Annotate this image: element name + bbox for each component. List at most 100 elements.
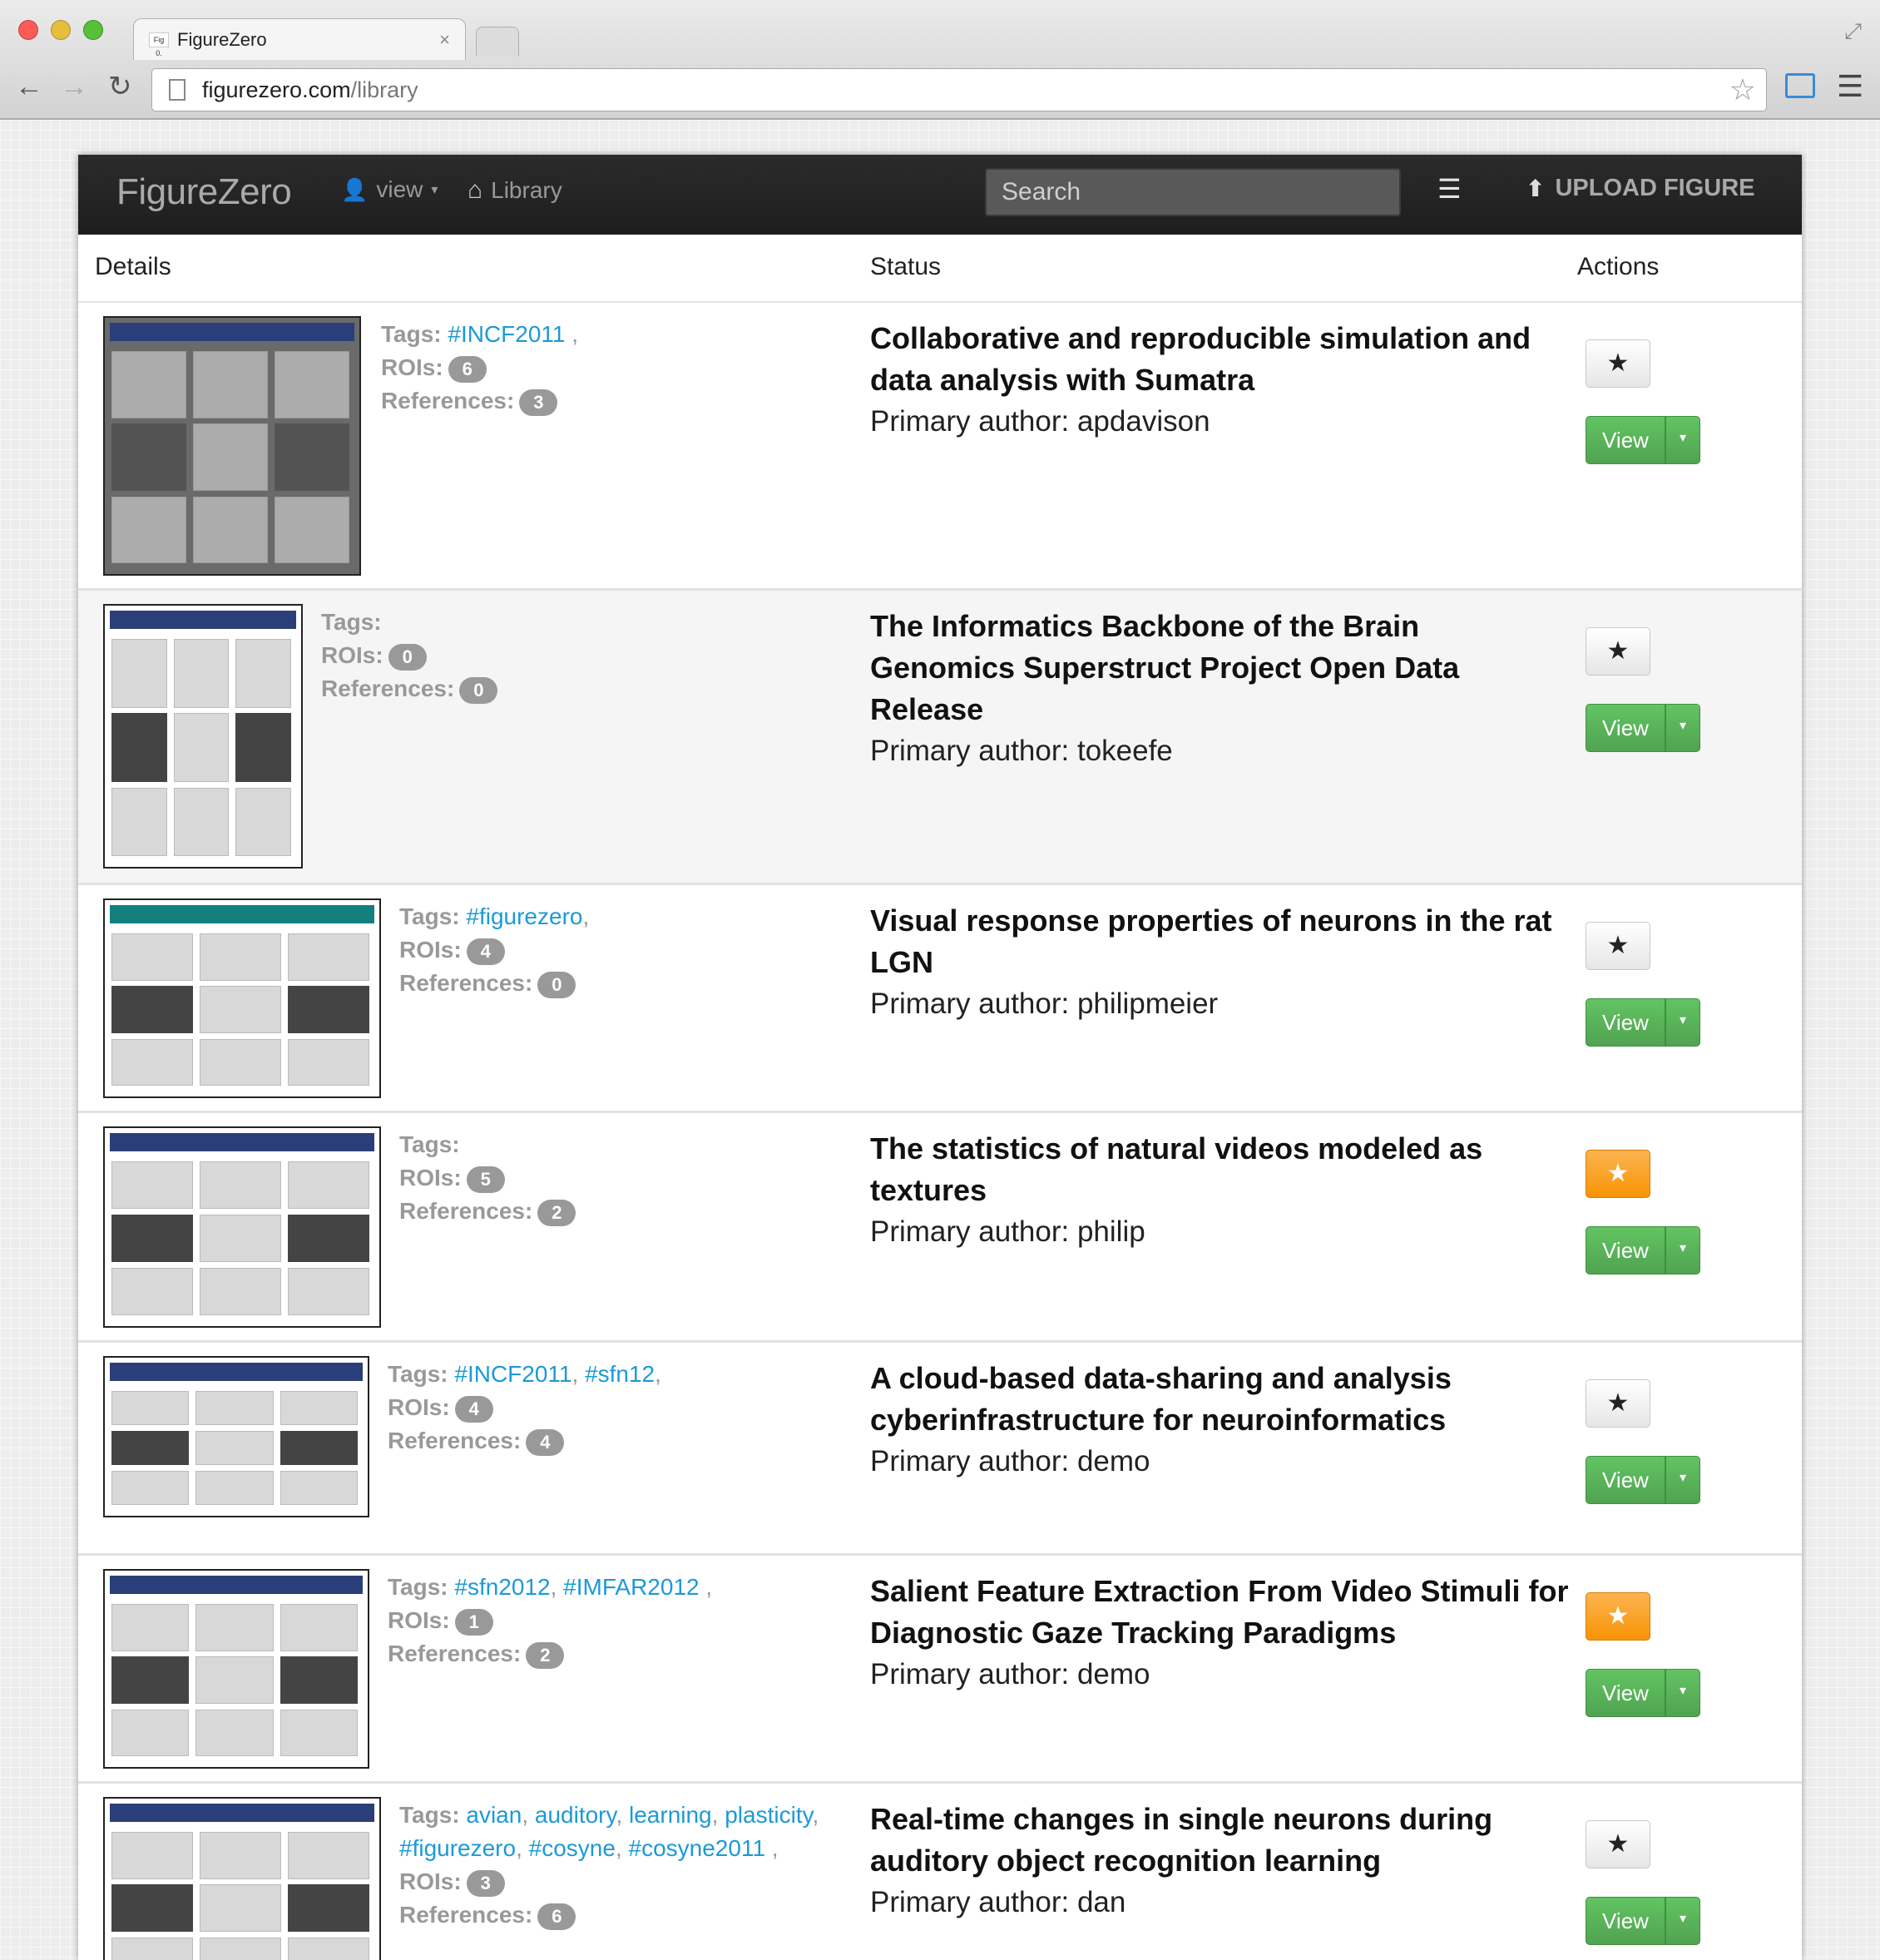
figure-title[interactable]: Salient Feature Extraction From Video St… — [870, 1571, 1569, 1654]
view-dropdown-chevron-icon[interactable]: ▾ — [1665, 704, 1700, 752]
minimize-window-button[interactable] — [51, 20, 71, 40]
view-button[interactable]: View — [1586, 1669, 1665, 1717]
table-row: Tags: #figurezero, ROIs: 4 References: 0 Visu… — [78, 885, 1802, 1113]
tag-link[interactable]: learning — [629, 1802, 712, 1828]
favorite-star-button[interactable]: ★ — [1586, 922, 1650, 970]
figure-title[interactable]: Real-time changes in single neurons duri… — [870, 1799, 1569, 1882]
back-icon[interactable]: ← — [15, 70, 43, 103]
figure-title[interactable]: Visual response properties of neurons in… — [870, 900, 1569, 983]
references-line: References: 0 — [399, 967, 827, 1000]
tag-link[interactable]: #cosyne — [529, 1835, 616, 1861]
browser-tab[interactable]: Fig 0. FigureZero × — [133, 18, 466, 60]
favorite-star-button[interactable]: ★ — [1586, 339, 1650, 388]
favorite-star-button[interactable]: ★ — [1586, 1592, 1650, 1641]
zoom-window-button[interactable] — [83, 20, 103, 40]
figure-thumbnail[interactable] — [103, 604, 303, 869]
fullscreen-icon[interactable]: ⤢ — [1844, 18, 1862, 45]
view-button[interactable]: View — [1586, 1226, 1665, 1274]
rois-label: ROIs: — [388, 1607, 450, 1633]
app-container: FigureZero 👤 view ▾ ⌂ Library ☰ ⬆ UPLOAD… — [78, 155, 1802, 1960]
figure-thumbnail[interactable] — [103, 898, 381, 1098]
bookmark-star-icon[interactable]: ☆ — [1729, 73, 1756, 106]
view-dropdown-chevron-icon[interactable]: ▾ — [1665, 1226, 1700, 1274]
favorite-star-button[interactable]: ★ — [1586, 1820, 1650, 1868]
figure-meta: Tags: ROIs: 0 References: 0 — [321, 606, 827, 705]
tags-suffix: , — [655, 1361, 661, 1387]
list-view-icon[interactable]: ☰ — [1437, 173, 1462, 205]
figure-thumbnail[interactable] — [103, 1569, 369, 1769]
references-line: References: 2 — [388, 1637, 827, 1670]
rois-line: ROIs: 4 — [399, 933, 827, 967]
tag-link[interactable]: #sfn12 — [585, 1361, 655, 1387]
table-row: Tags: #INCF2011, #sfn12, ROIs: 4 References… — [78, 1343, 1802, 1556]
references-line: References: 0 — [321, 672, 827, 705]
references-count-badge: 0 — [459, 676, 498, 704]
close-tab-icon[interactable]: × — [439, 29, 450, 51]
view-button[interactable]: View — [1586, 998, 1665, 1047]
nav-library-link[interactable]: ⌂ Library — [468, 176, 562, 205]
references-label: References: — [381, 388, 515, 413]
figure-thumbnail[interactable] — [103, 316, 361, 576]
figure-status: A cloud-based data-sharing and analysis … — [870, 1358, 1569, 1482]
view-dropdown-chevron-icon[interactable]: ▾ — [1665, 1897, 1700, 1945]
tag-link[interactable]: #cosyne2011 — [629, 1835, 766, 1861]
table-row: Tags: #sfn2012, #IMFAR2012 , ROIs: 1 Refere… — [78, 1556, 1802, 1784]
figure-thumbnail[interactable] — [103, 1356, 369, 1517]
rois-count-badge: 0 — [388, 643, 427, 671]
tag-link[interactable]: avian — [466, 1802, 522, 1828]
favorite-star-button[interactable]: ★ — [1586, 1150, 1650, 1198]
page-icon — [169, 79, 186, 101]
tag-link[interactable]: #INCF2011 — [454, 1361, 571, 1387]
tag-link[interactable]: #INCF2011 — [448, 321, 565, 347]
home-icon: ⌂ — [468, 176, 483, 204]
rois-label: ROIs: — [399, 1165, 462, 1190]
references-label: References: — [388, 1428, 522, 1453]
view-dropdown-chevron-icon[interactable]: ▾ — [1665, 1456, 1700, 1504]
references-line: References: 2 — [399, 1195, 827, 1228]
url-host: figurezero.com — [202, 77, 351, 102]
reload-icon[interactable]: ↻ — [108, 70, 132, 103]
references-count-badge: 6 — [537, 1903, 576, 1930]
view-button[interactable]: View — [1586, 704, 1665, 752]
new-tab-button[interactable] — [476, 27, 519, 57]
figure-title[interactable]: A cloud-based data-sharing and analysis … — [870, 1358, 1569, 1441]
tag-link[interactable]: #IMFAR2012 — [563, 1574, 699, 1600]
tags-line: Tags: — [399, 1128, 827, 1161]
figure-title[interactable]: The Informatics Backbone of the Brain Ge… — [870, 606, 1569, 730]
view-button-group: View ▾ — [1586, 1669, 1700, 1717]
favorite-star-button[interactable]: ★ — [1586, 1379, 1650, 1428]
figure-thumbnail[interactable] — [103, 1797, 381, 1960]
tag-link[interactable]: #figurezero — [466, 903, 582, 929]
upload-figure-button[interactable]: ⬆ UPLOAD FIGURE — [1526, 175, 1755, 202]
tags-line: Tags: #INCF2011, #sfn12, — [388, 1361, 661, 1387]
figure-status: Visual response properties of neurons in… — [870, 900, 1569, 1025]
brand-logo[interactable]: FigureZero — [116, 171, 292, 213]
tag-link[interactable]: auditory — [535, 1802, 616, 1828]
primary-author: Primary author: tokeefe — [870, 735, 1173, 767]
view-button[interactable]: View — [1586, 416, 1665, 464]
view-dropdown-chevron-icon[interactable]: ▾ — [1665, 998, 1700, 1047]
view-dropdown-chevron-icon[interactable]: ▾ — [1665, 416, 1700, 464]
view-dropdown-chevron-icon[interactable]: ▾ — [1665, 1669, 1700, 1717]
search-input[interactable] — [985, 168, 1401, 216]
tag-link[interactable]: #sfn2012 — [454, 1574, 550, 1600]
user-menu[interactable]: 👤 view ▾ — [341, 176, 438, 203]
close-window-button[interactable] — [18, 20, 38, 40]
tag-link[interactable]: plasticity — [725, 1802, 812, 1828]
tags-label: Tags: — [388, 1574, 455, 1600]
references-line: References: 3 — [381, 384, 827, 418]
view-button[interactable]: View — [1586, 1897, 1665, 1945]
forward-icon[interactable]: → — [60, 70, 88, 103]
tag-link[interactable]: #figurezero — [399, 1835, 516, 1861]
rois-line: ROIs: 0 — [321, 639, 827, 672]
figure-thumbnail[interactable] — [103, 1126, 381, 1328]
navbar: FigureZero 👤 view ▾ ⌂ Library ☰ ⬆ UPLOAD… — [78, 155, 1802, 235]
browser-menu-icon[interactable]: ☰ — [1837, 70, 1863, 103]
figure-title[interactable]: The statistics of natural videos modeled… — [870, 1128, 1569, 1211]
figure-title[interactable]: Collaborative and reproducible simulatio… — [870, 318, 1569, 401]
view-button[interactable]: View — [1586, 1456, 1665, 1504]
favorite-star-button[interactable]: ★ — [1586, 627, 1650, 676]
cast-icon[interactable] — [1785, 73, 1815, 98]
address-bar[interactable]: figurezero.com/library ☆ — [151, 68, 1767, 111]
rois-count-badge: 4 — [466, 938, 505, 965]
